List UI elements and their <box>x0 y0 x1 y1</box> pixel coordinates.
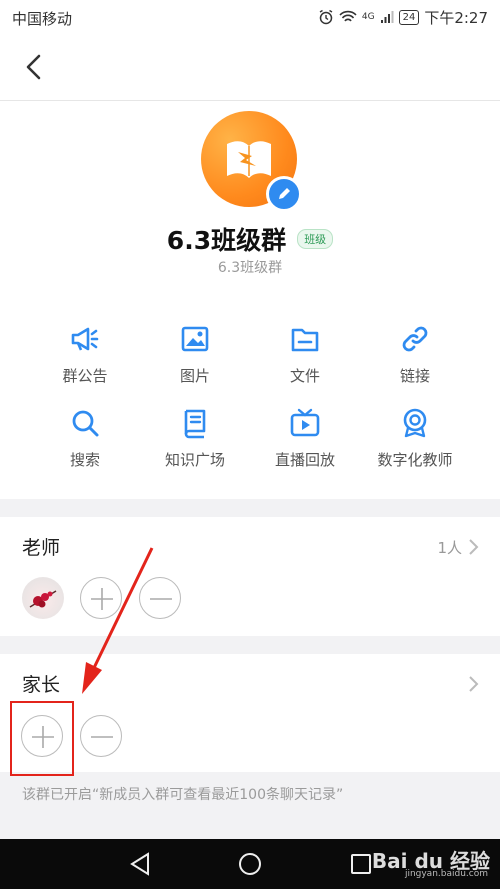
parents-title: 家长 <box>22 674 61 696</box>
parents-section[interactable]: 家长 <box>0 654 500 772</box>
teachers-count: 1人 <box>437 539 462 557</box>
book-logo-icon <box>227 141 271 178</box>
back-button[interactable] <box>18 50 52 84</box>
class-tag-badge: 班级 <box>297 229 334 249</box>
minus-icon <box>150 598 172 600</box>
feature-label: 数字化教师 <box>377 451 453 469</box>
chat-history-hint: 该群已开启“新成员入群可查看最近100条聊天记录” <box>22 787 344 803</box>
feature-label: 文件 <box>289 367 320 385</box>
carrier-label: 中国移动 <box>12 10 73 28</box>
home-circle-icon[interactable] <box>237 851 263 877</box>
link-icon <box>402 326 428 352</box>
back-triangle-icon[interactable] <box>128 851 152 877</box>
annotation-highlight-box <box>10 701 74 776</box>
image-icon <box>181 326 209 352</box>
system-nav-bar: Bai du 经验 jingyan.baidu.com <box>0 839 500 889</box>
feature-grid: 群公告 图片 文件 链接 搜索 知识广场 直播回放 数字化教师 <box>0 315 500 475</box>
battery-indicator: 24 <box>398 9 420 25</box>
group-subtitle: 6.3班级群 <box>217 260 283 276</box>
remove-parent-button[interactable] <box>80 715 122 757</box>
feature-files[interactable]: 文件 <box>245 323 365 386</box>
watermark-site: jingyan.baidu.com <box>404 869 488 879</box>
plus-icon <box>91 588 113 610</box>
feature-live-replay[interactable]: 直播回放 <box>245 407 365 470</box>
signal-icon <box>380 11 394 23</box>
flower-icon <box>29 590 57 608</box>
megaphone-icon <box>71 327 99 351</box>
footer-hint-area <box>0 772 500 839</box>
search-icon <box>72 410 99 437</box>
group-name: 6.3班级群 <box>166 226 287 255</box>
add-teacher-button[interactable] <box>80 577 122 619</box>
feature-label: 知识广场 <box>164 451 225 469</box>
feature-search[interactable]: 搜索 <box>25 407 145 470</box>
chevron-right-icon <box>469 676 479 692</box>
badge-icon <box>403 408 427 438</box>
group-title-row: 6.3班级群 班级 <box>0 221 500 257</box>
feature-label: 直播回放 <box>274 451 335 469</box>
pencil-icon <box>279 188 290 199</box>
feature-label: 图片 <box>179 367 210 385</box>
section-divider <box>0 636 500 654</box>
remove-teacher-button[interactable] <box>139 577 181 619</box>
feature-digital-teacher[interactable]: 数字化教师 <box>355 407 475 470</box>
wifi-icon <box>339 10 357 22</box>
folder-icon <box>291 328 319 352</box>
feature-announcement[interactable]: 群公告 <box>25 323 145 386</box>
feature-label: 链接 <box>399 367 430 385</box>
feature-images[interactable]: 图片 <box>135 323 255 386</box>
feature-knowledge-square[interactable]: 知识广场 <box>135 407 255 470</box>
group-header: 6.3班级群 班级 6.3班级群 <box>0 101 500 281</box>
section-divider <box>0 499 500 517</box>
edit-avatar-button[interactable] <box>266 176 302 212</box>
teacher-avatar[interactable] <box>22 577 64 619</box>
teachers-title: 老师 <box>22 537 61 559</box>
alarm-icon <box>319 9 333 25</box>
nav-bar <box>0 34 500 101</box>
chevron-left-icon <box>26 54 41 80</box>
tv-icon <box>290 408 320 437</box>
chevron-right-icon <box>469 539 479 555</box>
status-bar: 中国移动 4G 24 下午2:27 <box>0 0 500 34</box>
network-type: 4G <box>361 12 375 22</box>
status-icons: 4G 24 下午2:27 <box>318 6 488 28</box>
book-icon <box>184 409 206 439</box>
feature-label: 搜索 <box>69 451 100 469</box>
recents-square-icon[interactable] <box>349 851 373 877</box>
teachers-section[interactable]: 老师 1人 <box>0 517 500 636</box>
clock: 下午2:27 <box>424 8 488 27</box>
feature-links[interactable]: 链接 <box>355 323 475 386</box>
minus-icon <box>91 736 113 738</box>
feature-label: 群公告 <box>62 367 108 385</box>
